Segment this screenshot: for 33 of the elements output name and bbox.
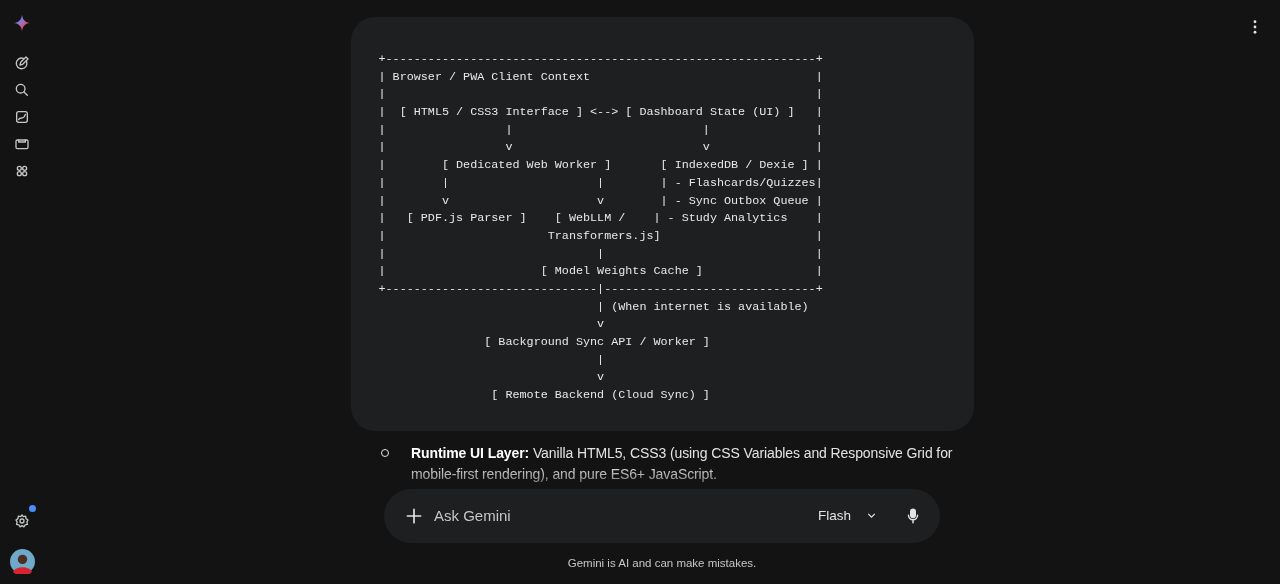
code-line: [ Remote Backend (Cloud Sync) ]	[490, 387, 711, 405]
image-icon[interactable]	[14, 109, 30, 125]
search-icon[interactable]	[14, 82, 30, 98]
more-options-icon[interactable]	[1253, 20, 1257, 34]
edit-icon[interactable]	[14, 55, 30, 71]
code-line: | [ PDF.js Parser ] [ WebLLM / | - Study Analytics |	[378, 210, 824, 228]
code-line: +-------------------------------------------------------------+	[378, 51, 824, 68]
code-line: +------------------------------|------------------------------+	[378, 280, 824, 298]
code-line: | Transformers.js] |	[378, 227, 824, 245]
code-line: | Browser / PWA Client Context |	[378, 68, 824, 86]
window-icon[interactable]	[14, 136, 30, 152]
code-line: | (When internet is available)	[596, 298, 810, 316]
code-line: | | |	[378, 245, 824, 263]
apps-grid-icon[interactable]	[14, 163, 30, 179]
code-line: [ Background Sync API / Worker ]	[483, 334, 711, 351]
code-line: | v v |	[378, 139, 824, 157]
code-line: | [ HTML5 / CSS3 Interface ] <--> [ Dashboard State (UI) ] |	[378, 104, 824, 122]
disclaimer-text: Gemini is AI and can make mistakes.	[567, 556, 757, 569]
code-line: | v v | - Sync Outbox Queue |	[378, 192, 824, 210]
code-line: v	[596, 369, 606, 387]
avatar-icon[interactable]	[9, 549, 35, 574]
code-line: |	[596, 351, 606, 369]
list-item-text: Runtime UI Layer: Vanilla HTML5, CSS3 (using CSS Variables and Responsive Grid for mobile-first rendering), and pure ES6+ JavaScript.	[411, 443, 954, 484]
code-line: | | | |	[378, 121, 824, 139]
code-line: | [ Dedicated Web Worker ] [ IndexedDB / Dexie ] |	[378, 157, 824, 175]
model-selector[interactable]: Flash	[812, 502, 884, 530]
settings-icon[interactable]	[14, 513, 30, 529]
sparkle-logo-icon[interactable]	[13, 14, 31, 32]
code-line: | [ Model Weights Cache ] |	[378, 263, 824, 281]
code-line: | | | | - Flashcards/Quizzes|	[378, 174, 824, 192]
code-line: v	[596, 316, 606, 334]
code-line: | |	[378, 86, 824, 104]
prompt-field[interactable]: Ask Gemini Flash	[384, 488, 940, 543]
